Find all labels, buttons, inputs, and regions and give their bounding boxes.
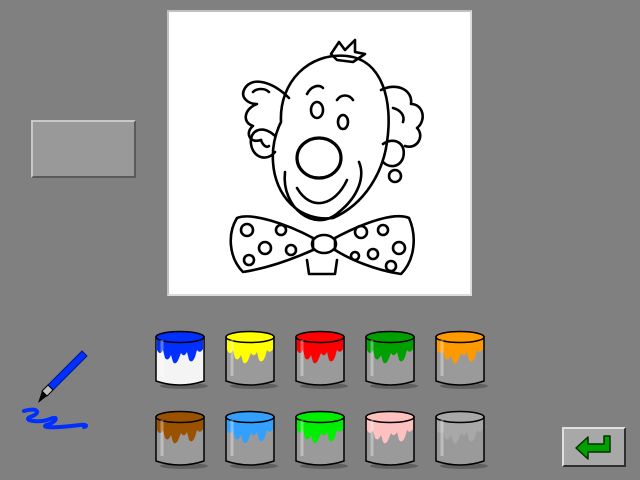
- paint-bucket-icon: [435, 330, 488, 389]
- current-color-preview: [31, 120, 136, 178]
- paint-bucket-gray[interactable]: [432, 408, 492, 470]
- paint-bucket-orange[interactable]: [432, 328, 492, 390]
- paint-bucket-icon: [365, 330, 418, 389]
- paint-bucket-red[interactable]: [292, 328, 352, 390]
- brush-tool[interactable]: [20, 345, 95, 430]
- paint-bucket-brown[interactable]: [152, 408, 212, 470]
- paint-bucket-pink[interactable]: [362, 408, 422, 470]
- paint-bucket-green[interactable]: [292, 408, 352, 470]
- paint-bucket-light-blue[interactable]: [222, 408, 282, 470]
- paint-bucket-icon: [155, 330, 208, 389]
- clown-drawing[interactable]: [169, 12, 470, 294]
- paint-bucket-icon: [155, 410, 208, 469]
- paint-bucket-icon: [225, 410, 278, 469]
- drawing-canvas[interactable]: [167, 10, 472, 296]
- paint-bucket-icon: [225, 330, 278, 389]
- paint-bucket-icon: [295, 410, 348, 469]
- paint-bucket-dark-green[interactable]: [362, 328, 422, 390]
- paint-bucket-blue[interactable]: [152, 328, 212, 390]
- paint-bucket-icon: [365, 410, 418, 469]
- paint-bucket-icon: [295, 330, 348, 389]
- paint-bucket-icon: [435, 410, 488, 469]
- paintbrush-icon: [22, 350, 89, 430]
- back-button[interactable]: [562, 427, 626, 467]
- return-arrow-icon: [575, 435, 611, 460]
- paint-bucket-yellow[interactable]: [222, 328, 282, 390]
